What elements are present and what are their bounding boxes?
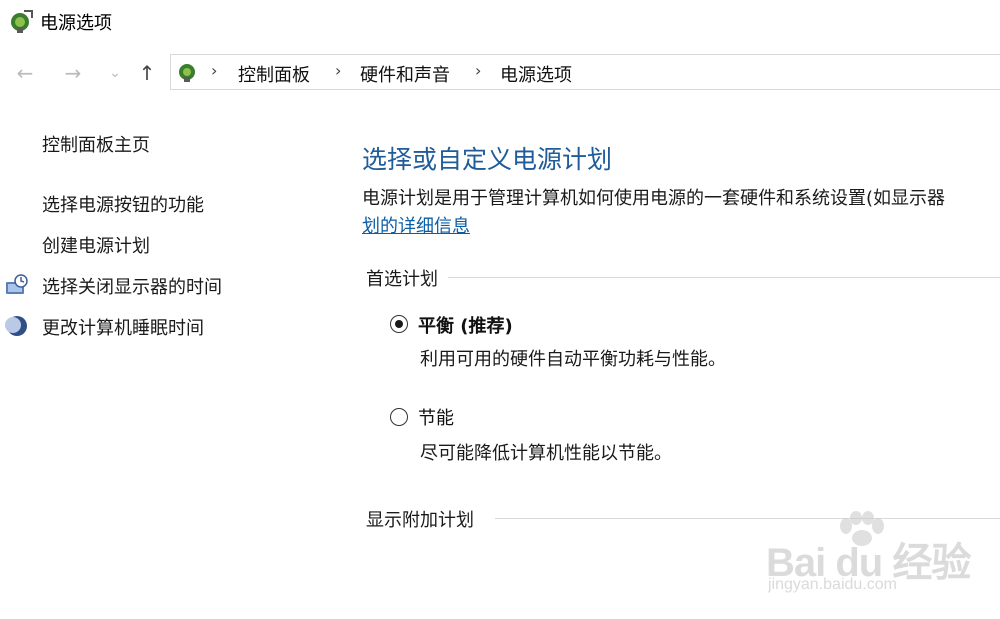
sidebar-link-sleep-time[interactable]: 更改计算机睡眠时间 bbox=[42, 314, 204, 340]
back-arrow-icon[interactable]: ← bbox=[12, 60, 38, 86]
sidebar-link-create-plan[interactable]: 创建电源计划 bbox=[42, 232, 150, 258]
breadcrumb-power-options[interactable]: 电源选项 bbox=[500, 61, 572, 87]
group-divider bbox=[440, 277, 1000, 278]
watermark-url: jingyan.baidu.com bbox=[768, 576, 897, 593]
show-additional-plans-toggle[interactable]: 显示附加计划 bbox=[366, 506, 484, 532]
plan-desc-power-saver: 尽可能降低计算机性能以节能。 bbox=[420, 443, 672, 464]
breadcrumb-hardware-sound[interactable]: 硬件和声音 bbox=[360, 61, 450, 87]
sidebar-link-power-button[interactable]: 选择电源按钮的功能 bbox=[42, 191, 204, 217]
window-title: 电源选项 bbox=[40, 13, 112, 34]
sidebar-link-display-off-time[interactable]: 选择关闭显示器的时间 bbox=[42, 273, 222, 299]
radio-balanced[interactable] bbox=[390, 315, 408, 333]
plan-desc-balanced: 利用可用的硬件自动平衡功耗与性能。 bbox=[420, 349, 726, 370]
breadcrumb-separator: › bbox=[211, 61, 218, 80]
forward-arrow-icon[interactable]: → bbox=[60, 60, 86, 86]
page-title: 选择或自定义电源计划 bbox=[362, 145, 613, 174]
plan-description-text: 电源计划是用于管理计算机如何使用电源的一套硬件和系统设置(如显示器 bbox=[362, 188, 946, 209]
radio-selected-dot bbox=[394, 319, 403, 328]
power-options-icon bbox=[11, 10, 33, 33]
chevron-down-icon[interactable]: ⌄ bbox=[102, 60, 128, 86]
display-clock-icon bbox=[6, 274, 28, 294]
moon-sleep-icon bbox=[5, 316, 27, 336]
radio-power-saver[interactable] bbox=[390, 408, 408, 426]
title-bar: 电源选项 bbox=[0, 0, 1000, 42]
sidebar-link-control-panel-home[interactable]: 控制面板主页 bbox=[42, 131, 150, 157]
breadcrumb-control-panel[interactable]: 控制面板 bbox=[238, 61, 310, 87]
breadcrumb-separator: › bbox=[335, 61, 342, 80]
baidu-watermark: Bai du 经验 jingyan.baidu.com bbox=[756, 510, 976, 610]
breadcrumb-separator: › bbox=[475, 61, 482, 80]
preferred-plans-heading: 首选计划 bbox=[366, 265, 448, 291]
up-arrow-icon[interactable]: ↑ bbox=[134, 60, 160, 86]
plan-details-link[interactable]: 划的详细信息 bbox=[362, 212, 470, 238]
plan-name-power-saver[interactable]: 节能 bbox=[418, 404, 454, 430]
navigation-bar: ← → ⌄ ↑ › 控制面板 › 硬件和声音 › 电源选项 bbox=[0, 54, 1000, 92]
plan-name-balanced[interactable]: 平衡 (推荐) bbox=[418, 312, 513, 338]
address-bar[interactable]: › 控制面板 › 硬件和声音 › 电源选项 bbox=[170, 54, 1000, 90]
control-panel-icon bbox=[179, 64, 195, 82]
